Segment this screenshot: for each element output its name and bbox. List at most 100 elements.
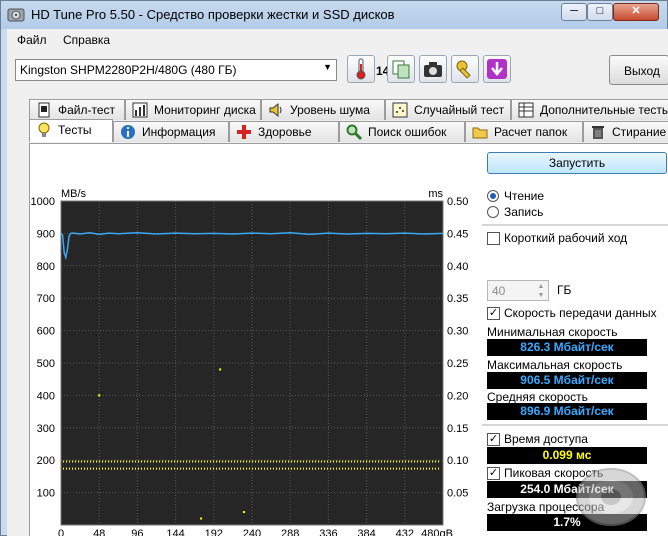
transfer-rate-checkbox[interactable]: ✓: [487, 307, 500, 320]
start-button[interactable]: Запустить: [487, 152, 667, 174]
x-tick-label: 288: [281, 528, 299, 536]
tab-noise-level[interactable]: Уровень шума: [261, 99, 385, 120]
drive-select-value: Kingston SHPM2280P2H/480G (480 ГБ): [20, 63, 237, 77]
exit-button[interactable]: Выход: [609, 55, 668, 85]
x-tick-label: 336: [319, 528, 337, 536]
transfer-rate-label: Скорость передачи данных: [504, 306, 657, 320]
screenshot-button[interactable]: [419, 55, 447, 83]
access-time-outlier: [243, 511, 246, 514]
tab-erase-label: Стирание: [612, 125, 667, 139]
tab-folder-usage-label: Расчет папок: [494, 125, 568, 139]
tab-folder-usage[interactable]: Расчет папок: [465, 121, 583, 142]
tab-health[interactable]: Здоровье: [229, 121, 339, 142]
chevron-down-icon: ▼: [323, 62, 332, 72]
trash-icon: [592, 126, 604, 139]
tab-error-scan-label: Поиск ошибок: [368, 125, 447, 139]
x-tick-label: 480gB: [421, 528, 453, 536]
spin-down-icon[interactable]: ▼: [535, 291, 547, 300]
x-tick-label: 240: [243, 528, 261, 536]
y-tick-label: 200: [37, 455, 55, 467]
copy-info-button[interactable]: [387, 55, 415, 83]
read-radio[interactable]: [487, 190, 499, 202]
y2-axis-unit: ms: [428, 188, 443, 200]
max-speed-value: 906.5 Мбайт/сек: [487, 372, 647, 389]
y-tick-label: 800: [37, 261, 55, 273]
temperature-button[interactable]: [347, 55, 375, 83]
short-stroke-checkbox[interactable]: [487, 232, 500, 245]
tab-benchmark[interactable]: Тесты: [29, 119, 113, 142]
y2-tick-label: 0.40: [447, 261, 468, 273]
x-tick-label: 384: [357, 528, 375, 536]
y-tick-label: 1000: [31, 196, 55, 208]
min-speed-value: 826.3 Мбайт/сек: [487, 339, 647, 356]
info-icon: [121, 125, 135, 139]
tab-info[interactable]: Информация: [113, 121, 229, 142]
spin-up-icon[interactable]: ▲: [535, 282, 547, 291]
save-results-button[interactable]: [483, 55, 511, 83]
x-tick-label: 0: [58, 528, 64, 536]
tab-file-test[interactable]: Файл-тест: [29, 99, 125, 120]
window-title: HD Tune Pro 5.50 - Средство проверки жес…: [31, 7, 395, 22]
y-tick-label: 900: [37, 228, 55, 240]
x-tick-label: 48: [93, 528, 105, 536]
minimize-button[interactable]: ─: [561, 3, 587, 21]
thermometer-icon: [356, 58, 366, 80]
y-tick-label: 300: [37, 423, 55, 435]
speaker-icon: [269, 102, 282, 118]
divider: [482, 224, 668, 226]
close-button[interactable]: ✕: [613, 3, 659, 21]
y-tick-label: 100: [37, 488, 55, 500]
bulb-icon: [38, 122, 50, 137]
y2-tick-label: 0.15: [447, 423, 468, 435]
short-stroke-unit: ГБ: [557, 283, 572, 297]
y-tick-label: 500: [37, 358, 55, 370]
y2-tick-label: 0.20: [447, 390, 468, 402]
y-axis-unit: MB/s: [61, 188, 87, 200]
table-icon: [518, 102, 534, 118]
tab-noise-level-label: Уровень шума: [290, 103, 370, 117]
y2-tick-label: 0.30: [447, 326, 468, 338]
wrench-icon: [456, 60, 471, 79]
app-window: HD Tune Pro 5.50 - Средство проверки жес…: [0, 0, 668, 536]
copy-icon: [392, 60, 410, 79]
options-button[interactable]: [451, 55, 479, 83]
toolbar: Kingston SHPM2280P2H/480G (480 ГБ) ▼ 14: [7, 51, 668, 91]
access-time-outlier: [98, 394, 101, 397]
camera-icon: [424, 62, 442, 77]
tab-health-label: Здоровье: [258, 125, 312, 139]
write-radio[interactable]: [487, 206, 499, 218]
maximize-button[interactable]: □: [587, 3, 613, 21]
tab-random-access[interactable]: Случайный тест: [385, 99, 511, 120]
divider: [482, 424, 668, 426]
tab-error-scan[interactable]: Поиск ошибок: [339, 121, 465, 142]
title-bar: HD Tune Pro 5.50 - Средство проверки жес…: [1, 1, 667, 29]
tab-extra-tests[interactable]: Дополнительные тесты: [511, 99, 668, 120]
menu-help[interactable]: Справка: [63, 33, 110, 47]
drive-select[interactable]: Kingston SHPM2280P2H/480G (480 ГБ) ▼: [15, 59, 337, 81]
x-tick-label: 192: [205, 528, 223, 536]
red-cross-icon: [237, 125, 251, 139]
y2-tick-label: 0.25: [447, 358, 468, 370]
y2-tick-label: 0.05: [447, 488, 468, 500]
tab-disk-monitor-label: Мониторинг диска: [154, 103, 256, 117]
y2-tick-label: 0.50: [447, 196, 468, 208]
tab-erase[interactable]: Стирание: [583, 121, 668, 142]
x-tick-label: 144: [166, 528, 184, 536]
x-tick-label: 96: [131, 528, 143, 536]
min-speed-label: Минимальная скорость: [487, 325, 618, 339]
y-tick-label: 400: [37, 390, 55, 402]
tab-disk-monitor[interactable]: Мониторинг диска: [125, 99, 261, 120]
y2-tick-label: 0.45: [447, 228, 468, 240]
short-stroke-label: Короткий рабочий ход: [504, 231, 628, 245]
access-time-outlier: [200, 517, 203, 520]
burst-rate-checkbox[interactable]: ✓: [487, 467, 500, 480]
menu-file[interactable]: Файл: [17, 33, 47, 47]
avg-speed-label: Средняя скорость: [487, 390, 588, 404]
access-time-checkbox[interactable]: ✓: [487, 433, 500, 446]
tab-extra-tests-label: Дополнительные тесты: [540, 103, 668, 117]
y-tick-label: 600: [37, 326, 55, 338]
short-stroke-input[interactable]: 40 ▲ ▼: [487, 280, 549, 301]
tab-benchmark-label: Тесты: [58, 123, 92, 137]
avg-speed-value: 896.9 Мбайт/сек: [487, 403, 647, 420]
max-speed-label: Максимальная скорость: [487, 358, 623, 372]
